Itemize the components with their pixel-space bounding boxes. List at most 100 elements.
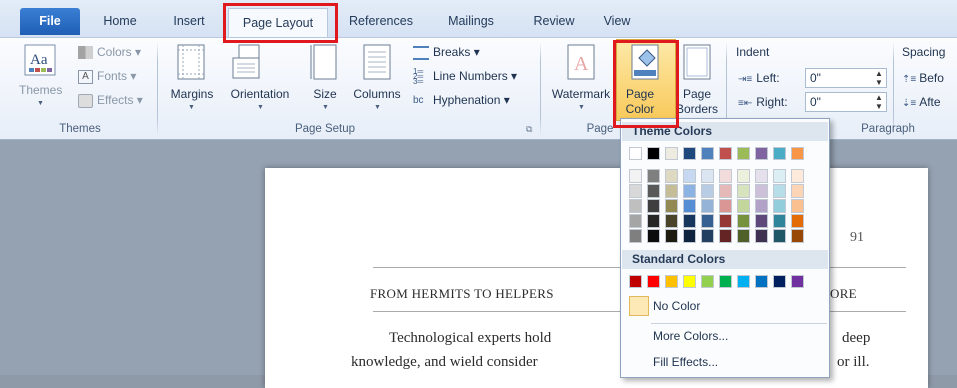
theme-shade-swatch[interactable]: [791, 214, 804, 228]
theme-shade-swatch[interactable]: [683, 214, 696, 228]
theme-shade-swatch[interactable]: [755, 214, 768, 228]
standard-color-swatch[interactable]: [773, 275, 786, 288]
theme-shade-swatch[interactable]: [755, 229, 768, 243]
tab-page-layout[interactable]: Page Layout: [228, 8, 328, 38]
theme-color-swatch[interactable]: [791, 147, 804, 160]
theme-shade-swatch[interactable]: [683, 199, 696, 213]
theme-shade-swatch[interactable]: [719, 169, 732, 183]
theme-shade-swatch[interactable]: [647, 169, 660, 183]
theme-shade-swatch[interactable]: [791, 199, 804, 213]
theme-shade-swatch[interactable]: [719, 214, 732, 228]
theme-shade-swatch[interactable]: [719, 229, 732, 243]
theme-shade-swatch[interactable]: [629, 229, 642, 243]
tab-home[interactable]: Home: [92, 9, 148, 33]
theme-shade-swatch[interactable]: [737, 169, 750, 183]
theme-shade-swatch[interactable]: [647, 214, 660, 228]
theme-shade-swatch[interactable]: [647, 184, 660, 198]
theme-shade-swatch[interactable]: [773, 229, 786, 243]
theme-shade-swatch[interactable]: [665, 184, 678, 198]
theme-shade-swatch[interactable]: [683, 169, 696, 183]
theme-shade-swatch[interactable]: [773, 169, 786, 183]
more-colors-option[interactable]: More Colors...: [653, 325, 728, 347]
breaks-label: Breaks: [433, 45, 471, 59]
theme-shade-swatch[interactable]: [665, 229, 678, 243]
theme-color-swatch[interactable]: [665, 147, 678, 160]
indent-right-spinner[interactable]: ▲ ▼: [874, 93, 884, 111]
theme-shade-swatch[interactable]: [701, 214, 714, 228]
line-numbers-button[interactable]: 1═ 2═ 3═ Line Numbers ▾: [413, 66, 517, 86]
standard-color-swatch[interactable]: [737, 275, 750, 288]
dialog-launcher-icon[interactable]: ⧉: [526, 124, 532, 135]
theme-color-swatch[interactable]: [719, 147, 732, 160]
theme-shade-swatch[interactable]: [665, 169, 678, 183]
tab-references[interactable]: References: [338, 9, 424, 33]
no-color-option[interactable]: No Color: [626, 295, 826, 317]
indent-right-value: 0": [810, 95, 821, 109]
theme-shade-swatch[interactable]: [683, 229, 696, 243]
theme-shade-swatch[interactable]: [773, 184, 786, 198]
breaks-button[interactable]: Breaks ▾: [413, 42, 480, 62]
theme-color-swatch[interactable]: [773, 147, 786, 160]
theme-shade-swatch[interactable]: [719, 184, 732, 198]
theme-shade-swatch[interactable]: [701, 199, 714, 213]
theme-shade-swatch[interactable]: [683, 184, 696, 198]
theme-shade-swatch[interactable]: [755, 199, 768, 213]
theme-shade-swatch[interactable]: [701, 169, 714, 183]
theme-shade-swatch[interactable]: [755, 184, 768, 198]
standard-color-swatch[interactable]: [629, 275, 642, 288]
theme-shade-swatch[interactable]: [647, 229, 660, 243]
standard-color-swatch[interactable]: [755, 275, 768, 288]
theme-shade-swatch[interactable]: [665, 214, 678, 228]
tab-file[interactable]: File: [20, 8, 80, 35]
standard-color-swatch[interactable]: [683, 275, 696, 288]
theme-color-swatch[interactable]: [755, 147, 768, 160]
theme-shade-swatch[interactable]: [737, 199, 750, 213]
theme-shade-swatch[interactable]: [701, 184, 714, 198]
theme-shade-swatch[interactable]: [629, 184, 642, 198]
watermark-arrow-icon: ▼: [578, 104, 585, 111]
running-head-right: ORE: [830, 286, 857, 301]
theme-color-swatch[interactable]: [701, 147, 714, 160]
theme-shade-swatch[interactable]: [737, 184, 750, 198]
theme-color-swatch[interactable]: [683, 147, 696, 160]
theme-shade-swatch[interactable]: [791, 169, 804, 183]
theme-shade-swatch[interactable]: [629, 169, 642, 183]
theme-shade-swatch[interactable]: [755, 169, 768, 183]
theme-shade-swatch[interactable]: [719, 199, 732, 213]
page-number: 91: [850, 230, 864, 245]
theme-shade-swatch[interactable]: [737, 214, 750, 228]
page-background-group-label: Page: [586, 123, 614, 135]
theme-shade-swatch[interactable]: [629, 214, 642, 228]
spacing-before[interactable]: ⇡≡ Befo: [902, 68, 944, 88]
standard-color-swatch[interactable]: [701, 275, 714, 288]
tab-mailings[interactable]: Mailings: [436, 9, 506, 33]
theme-shade-swatch[interactable]: [791, 184, 804, 198]
standard-color-swatch[interactable]: [647, 275, 660, 288]
spacing-after[interactable]: ⇣≡ Afte: [902, 92, 941, 112]
page-setup-group-label: Page Setup: [294, 123, 356, 135]
theme-shade-swatch[interactable]: [665, 199, 678, 213]
fonts-button[interactable]: A Fonts ▾: [78, 66, 136, 86]
fill-effects-option[interactable]: Fill Effects...: [653, 351, 718, 373]
hyphenation-button[interactable]: bc Hyphenation ▾: [413, 90, 510, 110]
theme-shade-swatch[interactable]: [629, 199, 642, 213]
theme-shade-swatch[interactable]: [737, 229, 750, 243]
tab-view[interactable]: View: [594, 9, 640, 33]
standard-color-swatch[interactable]: [665, 275, 678, 288]
theme-shade-swatch[interactable]: [701, 229, 714, 243]
theme-shade-swatch[interactable]: [773, 199, 786, 213]
standard-color-swatch[interactable]: [719, 275, 732, 288]
theme-shade-swatch[interactable]: [791, 229, 804, 243]
effects-button[interactable]: Effects ▾: [78, 90, 143, 110]
theme-color-swatch[interactable]: [629, 147, 642, 160]
tab-insert[interactable]: Insert: [160, 9, 218, 33]
indent-left-spinner[interactable]: ▲ ▼: [874, 69, 884, 87]
theme-color-swatch[interactable]: [737, 147, 750, 160]
tab-review[interactable]: Review: [524, 9, 584, 33]
standard-color-swatch[interactable]: [791, 275, 804, 288]
theme-shade-swatch[interactable]: [647, 199, 660, 213]
theme-color-swatch[interactable]: [647, 147, 660, 160]
colors-button[interactable]: Colors ▾: [78, 42, 141, 62]
group-divider: [157, 42, 158, 136]
theme-shade-swatch[interactable]: [773, 214, 786, 228]
